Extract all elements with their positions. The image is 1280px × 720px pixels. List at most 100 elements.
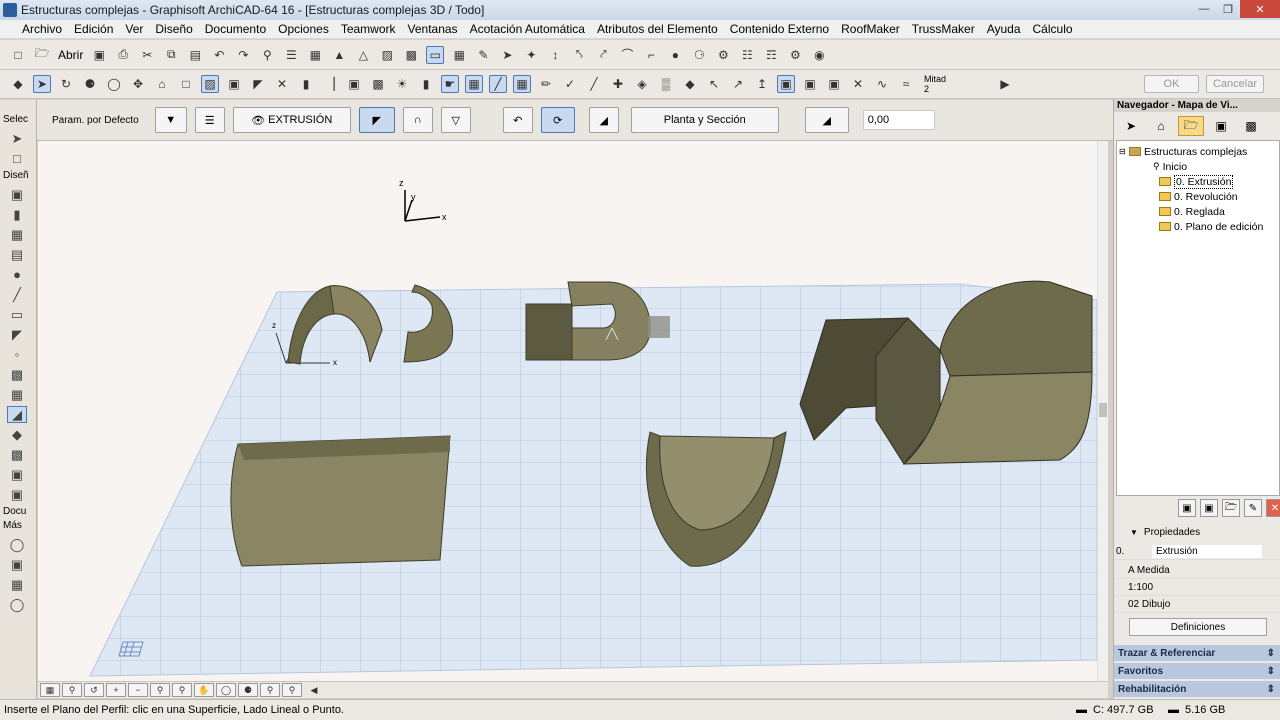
- align-icon[interactable]: ☷: [738, 46, 756, 64]
- lightbulb-icon[interactable]: ◯: [7, 536, 27, 553]
- pan-hand-icon[interactable]: ✋: [194, 683, 214, 697]
- sun-icon[interactable]: ☀: [393, 75, 411, 93]
- delete-view-icon[interactable]: ✕: [1266, 499, 1280, 517]
- dimension-icon[interactable]: ↕: [546, 46, 564, 64]
- help-icon[interactable]: ◉: [810, 46, 828, 64]
- section-favoritos[interactable]: Favoritos ⇕: [1114, 663, 1280, 679]
- rotate-icon[interactable]: ↻: [57, 75, 75, 93]
- surface-icon[interactable]: ◢: [588, 107, 619, 133]
- cut-icon[interactable]: ✂: [138, 46, 156, 64]
- window-tool-icon[interactable]: ▦: [7, 226, 27, 243]
- close-x-icon[interactable]: ✕: [849, 75, 867, 93]
- undo-icon[interactable]: ↶: [210, 46, 228, 64]
- marquee-icon[interactable]: □: [7, 150, 27, 167]
- extrude-mode-icon[interactable]: ◤: [358, 107, 395, 133]
- split-icon[interactable]: ⤤: [594, 46, 612, 64]
- plan-section-button[interactable]: Planta y Sección: [630, 107, 779, 133]
- new-file-icon[interactable]: □: [9, 46, 27, 64]
- definitions-button[interactable]: Definiciones: [1129, 618, 1267, 636]
- vertical-scrollbar[interactable]: [1097, 141, 1108, 681]
- orbit-icon[interactable]: ◯: [105, 75, 123, 93]
- minimize-button[interactable]: —: [1192, 0, 1216, 18]
- menu-ver[interactable]: Ver: [125, 22, 143, 36]
- snap-point-icon[interactable]: ▦: [513, 75, 531, 93]
- curve-icon[interactable]: ∿: [873, 75, 891, 93]
- menu-archivo[interactable]: Archivo: [22, 22, 62, 36]
- zone-tool-icon[interactable]: ▩: [7, 446, 27, 463]
- new-folder-icon[interactable]: 🗁: [1222, 499, 1240, 517]
- camera-icon[interactable]: ▣: [345, 75, 363, 93]
- offset-icon[interactable]: ◈: [633, 75, 651, 93]
- scroll-thumb[interactable]: [1099, 403, 1107, 417]
- play-icon[interactable]: ▶: [996, 75, 1014, 93]
- layers-icon[interactable]: ☰: [282, 46, 300, 64]
- color-icon[interactable]: ▮: [417, 75, 435, 93]
- view-map-tab-icon[interactable]: 🗁: [1178, 116, 1204, 136]
- axonometric-icon[interactable]: ▨: [201, 75, 219, 93]
- clone-folder-icon[interactable]: ▣: [1178, 499, 1196, 517]
- project-map-icon[interactable]: ⌂: [1148, 116, 1174, 136]
- zoom-fit-icon[interactable]: ⚲: [150, 683, 170, 697]
- tree-item[interactable]: ⚲ Inicio: [1119, 159, 1277, 174]
- 3d-scene[interactable]: z y x z x: [38, 141, 1097, 681]
- tree-item[interactable]: 0. Extrusión: [1119, 174, 1277, 189]
- close-button[interactable]: ✕: [1240, 0, 1280, 18]
- revolve-mode-icon[interactable]: ∩: [402, 107, 433, 133]
- scroll-left-icon[interactable]: ◀: [304, 683, 324, 697]
- trim-icon[interactable]: ⤣: [570, 46, 588, 64]
- tree-item[interactable]: 0. Plano de edición: [1119, 219, 1277, 234]
- walk-icon[interactable]: ⚈: [81, 75, 99, 93]
- paste-icon[interactable]: ▤: [186, 46, 204, 64]
- gravity-icon[interactable]: ▣: [777, 75, 795, 93]
- menu-ventanas[interactable]: Ventanas: [408, 22, 458, 36]
- zoom-in-icon[interactable]: +: [106, 683, 126, 697]
- line-icon[interactable]: ╱: [585, 75, 603, 93]
- publisher-tab-icon[interactable]: ▩: [1238, 116, 1264, 136]
- ok-button[interactable]: OK: [1144, 75, 1199, 93]
- slab-tool-icon[interactable]: ▭: [7, 306, 27, 323]
- find-icon[interactable]: ⚲: [258, 46, 276, 64]
- elevate-icon[interactable]: ↥: [753, 75, 771, 93]
- skew-icon[interactable]: ◆: [681, 75, 699, 93]
- settings-icon[interactable]: ⚙: [786, 46, 804, 64]
- mitad-control[interactable]: Mitad 2: [924, 74, 946, 94]
- zoom-previous-icon[interactable]: ⚲: [172, 683, 192, 697]
- section-rehabilitacion[interactable]: Rehabilitación ⇕: [1114, 681, 1280, 697]
- wall-tool-icon[interactable]: ▣: [7, 186, 27, 203]
- arrow-tool-icon[interactable]: ➤: [33, 75, 51, 93]
- extrusion-selector[interactable]: 👁 EXTRUSIÓN: [232, 107, 351, 133]
- render-icon[interactable]: ▩: [369, 75, 387, 93]
- beam-tool-icon[interactable]: ╱: [7, 286, 27, 303]
- restore-button[interactable]: ❐: [1216, 0, 1240, 18]
- pen-icon[interactable]: ✎: [474, 46, 492, 64]
- menu-acotacion[interactable]: Acotación Automática: [470, 22, 585, 36]
- menu-contenido[interactable]: Contenido Externo: [730, 22, 829, 36]
- section-trazar[interactable]: Trazar & Referenciar ⇕: [1114, 645, 1280, 661]
- large-half-cylinder[interactable]: [230, 435, 451, 567]
- open-button[interactable]: Abrir: [58, 48, 83, 62]
- menu-diseno[interactable]: Diseño: [155, 22, 192, 36]
- tree-item[interactable]: 0. Reglada: [1119, 204, 1277, 219]
- delete-icon[interactable]: ✕: [273, 75, 291, 93]
- print-icon[interactable]: ⎙: [114, 46, 132, 64]
- layout-book-icon[interactable]: ▩: [402, 46, 420, 64]
- menu-edicion[interactable]: Edición: [74, 22, 113, 36]
- chamfer-icon[interactable]: ⌐: [642, 46, 660, 64]
- lamp-icon[interactable]: ◯: [7, 596, 27, 613]
- lamp-tool-icon[interactable]: ▣: [7, 466, 27, 483]
- menu-opciones[interactable]: Opciones: [278, 22, 329, 36]
- object-tool-icon[interactable]: ●: [7, 266, 27, 283]
- zigzag-icon[interactable]: ≈: [897, 75, 915, 93]
- geometry-method-button[interactable]: ▼: [154, 107, 187, 133]
- menu-teamwork[interactable]: Teamwork: [341, 22, 396, 36]
- cancel-button[interactable]: Cancelar: [1206, 75, 1264, 93]
- save-view-icon[interactable]: ▣: [1200, 499, 1218, 517]
- zoom-region-icon[interactable]: ⚲: [62, 683, 82, 697]
- 3d-window-icon[interactable]: ▨: [378, 46, 396, 64]
- property-id[interactable]: 0.: [1116, 546, 1152, 557]
- column-tool-icon[interactable]: ▮: [7, 206, 27, 223]
- door-icon[interactable]: ▮: [297, 75, 315, 93]
- camera-tool-icon[interactable]: ▣: [7, 486, 27, 503]
- default-params-label[interactable]: Param. por Defecto: [52, 115, 139, 126]
- fixture-icon[interactable]: ▣: [7, 556, 27, 573]
